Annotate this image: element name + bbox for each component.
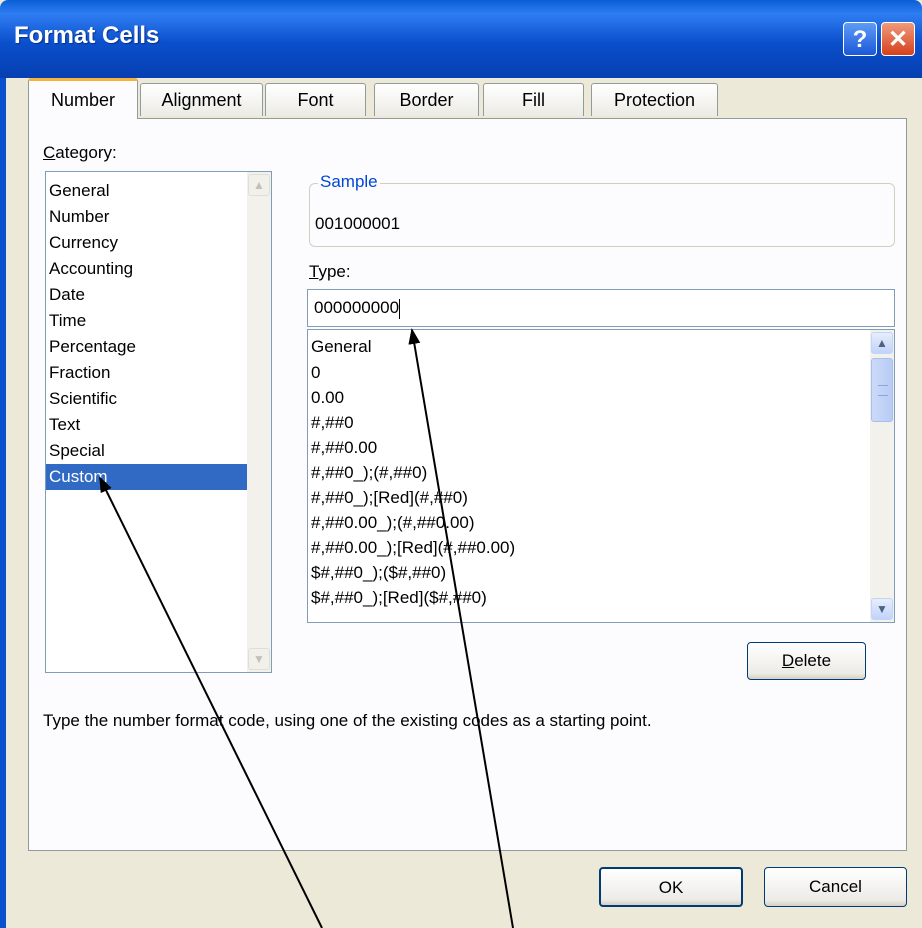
number-tab-panel: Category: General Number Currency Accoun… — [28, 118, 907, 851]
tab-fill[interactable]: Fill — [483, 83, 584, 116]
category-item-percentage[interactable]: Percentage — [49, 334, 136, 360]
chevron-down-icon[interactable]: ▼ — [248, 648, 270, 670]
tab-alignment[interactable]: Alignment — [140, 83, 263, 116]
tab-border[interactable]: Border — [374, 83, 479, 116]
format-item[interactable]: #,##0 — [311, 410, 354, 436]
format-item[interactable]: 0 — [311, 360, 320, 386]
cancel-button[interactable]: Cancel — [764, 867, 907, 907]
type-label: Type: — [309, 262, 351, 281]
format-item[interactable]: $#,##0_);($#,##0) — [311, 560, 446, 586]
category-label: Category: — [43, 143, 117, 162]
help-button[interactable]: ? — [843, 22, 877, 56]
category-item-fraction[interactable]: Fraction — [49, 360, 110, 386]
category-item-special[interactable]: Special — [49, 438, 105, 464]
category-item-scientific[interactable]: Scientific — [49, 386, 117, 412]
format-item[interactable]: #,##0_);[Red](#,##0) — [311, 485, 468, 511]
category-scrollbar[interactable]: ▲ ▼ — [247, 172, 271, 672]
sample-value: 001000001 — [315, 214, 401, 233]
grip-icon — [878, 385, 888, 396]
sample-legend: Sample — [318, 172, 380, 192]
category-item-date[interactable]: Date — [49, 282, 85, 308]
title-bar[interactable]: Format Cells ? ✕ — [0, 0, 922, 78]
chevron-down-icon[interactable]: ▼ — [871, 598, 893, 620]
category-item-time[interactable]: Time — [49, 308, 86, 334]
tab-number[interactable]: Number — [28, 78, 138, 119]
sample-group: Sample 001000001 — [309, 172, 895, 247]
type-input[interactable]: 000000000 — [307, 289, 895, 327]
hint-text: Type the number format code, using one o… — [43, 711, 652, 730]
format-item[interactable]: $#,##0_);[Red]($#,##0) — [311, 585, 487, 611]
close-button[interactable]: ✕ — [881, 22, 915, 56]
tab-font[interactable]: Font — [265, 83, 366, 116]
format-item[interactable]: 0.00 — [311, 385, 344, 411]
category-item-general[interactable]: General — [49, 178, 109, 204]
format-item[interactable]: #,##0.00_);(#,##0.00) — [311, 510, 475, 536]
delete-button[interactable]: Delete — [747, 642, 866, 680]
category-item-text[interactable]: Text — [49, 412, 80, 438]
format-scrollbar[interactable]: ▲ ▼ — [870, 330, 894, 622]
chevron-up-icon[interactable]: ▲ — [248, 174, 270, 196]
category-item-accounting[interactable]: Accounting — [49, 256, 133, 282]
category-item-custom[interactable]: Custom — [46, 464, 252, 490]
format-item[interactable]: #,##0.00_);[Red](#,##0.00) — [311, 535, 515, 561]
window-title: Format Cells — [14, 22, 160, 49]
text-caret — [399, 298, 401, 319]
format-item[interactable]: #,##0.00 — [311, 435, 377, 461]
category-item-currency[interactable]: Currency — [49, 230, 118, 256]
chevron-up-icon[interactable]: ▲ — [871, 332, 893, 354]
format-item[interactable]: General — [311, 334, 371, 360]
window-frame — [0, 78, 6, 928]
scroll-thumb[interactable] — [871, 358, 893, 422]
tab-protection[interactable]: Protection — [591, 83, 718, 116]
ok-button[interactable]: OK — [599, 867, 743, 907]
category-list[interactable]: General Number Currency Accounting Date … — [45, 171, 272, 673]
category-item-number[interactable]: Number — [49, 204, 109, 230]
close-icon: ✕ — [887, 26, 909, 53]
format-item[interactable]: #,##0_);(#,##0) — [311, 460, 427, 486]
format-code-list[interactable]: General 0 0.00 #,##0 #,##0.00 #,##0_);(#… — [307, 329, 895, 623]
